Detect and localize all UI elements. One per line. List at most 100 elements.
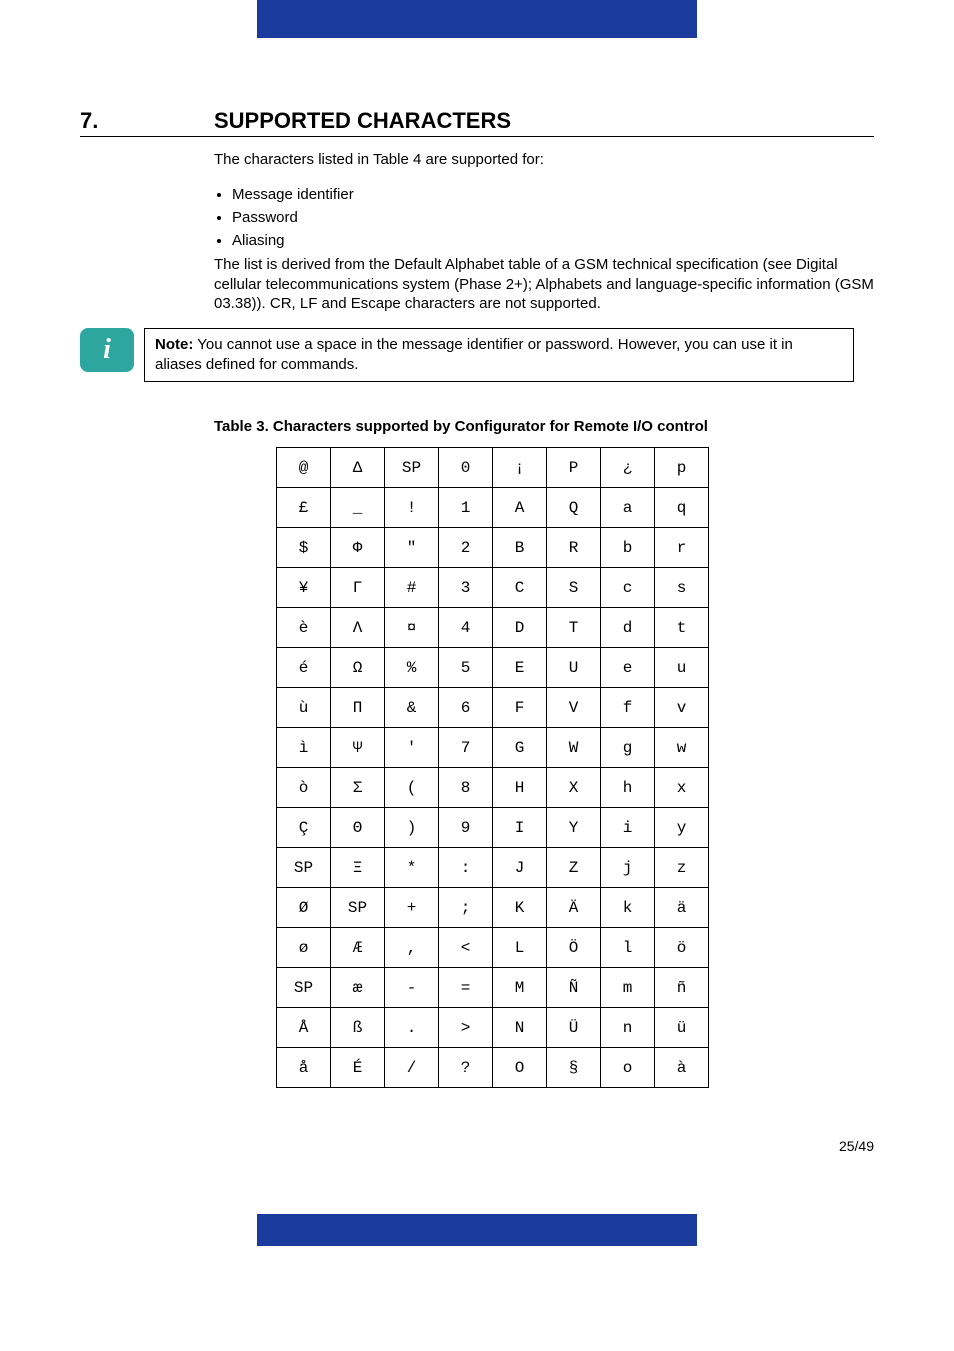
table-cell: J xyxy=(493,848,547,888)
table-row: ÇΘ)9IYiy xyxy=(277,808,709,848)
table-cell: ü xyxy=(655,1008,709,1048)
table-cell: ñ xyxy=(655,968,709,1008)
table-cell: É xyxy=(331,1048,385,1088)
table-cell: l xyxy=(601,928,655,968)
table-cell: X xyxy=(547,768,601,808)
table-cell: + xyxy=(385,888,439,928)
table-cell: G xyxy=(493,728,547,768)
table-cell: ì xyxy=(277,728,331,768)
intro-text: The characters listed in Table 4 are sup… xyxy=(214,151,874,168)
table-cell: e xyxy=(601,648,655,688)
table-cell: S xyxy=(547,568,601,608)
table-cell: / xyxy=(385,1048,439,1088)
table-cell: Ξ xyxy=(331,848,385,888)
table-cell: Ω xyxy=(331,648,385,688)
table-row: Åß.>NÜnü xyxy=(277,1008,709,1048)
table-cell: Ö xyxy=(547,928,601,968)
list-item: Password xyxy=(232,209,874,226)
note-label: Note: xyxy=(155,336,193,353)
table-cell: Å xyxy=(277,1008,331,1048)
table-cell: O xyxy=(493,1048,547,1088)
page-content: 7. SUPPORTED CHARACTERS The characters l… xyxy=(0,108,954,1088)
table-cell: = xyxy=(439,968,493,1008)
table-cell: d xyxy=(601,608,655,648)
section-body: The characters listed in Table 4 are sup… xyxy=(214,151,874,314)
note-row: i Note: You cannot use a space in the me… xyxy=(80,328,854,383)
table-cell: T xyxy=(547,608,601,648)
table-cell: j xyxy=(601,848,655,888)
table-cell: Δ xyxy=(331,448,385,488)
table-cell: Λ xyxy=(331,608,385,648)
table-cell: 4 xyxy=(439,608,493,648)
table-cell: ß xyxy=(331,1008,385,1048)
table-cell: 5 xyxy=(439,648,493,688)
table-cell: p xyxy=(655,448,709,488)
table-row: ¥Γ#3CScs xyxy=(277,568,709,608)
footer-bar xyxy=(257,1214,697,1246)
table-cell: u xyxy=(655,648,709,688)
table-row: ìΨ'7GWgw xyxy=(277,728,709,768)
table-cell: i xyxy=(601,808,655,848)
table-cell: _ xyxy=(331,488,385,528)
table-cell: " xyxy=(385,528,439,568)
table-cell: ( xyxy=(385,768,439,808)
table-row: èΛ¤4DTdt xyxy=(277,608,709,648)
table-cell: ' xyxy=(385,728,439,768)
table-cell: A xyxy=(493,488,547,528)
table-cell: h xyxy=(601,768,655,808)
table-cell: 6 xyxy=(439,688,493,728)
table-cell: b xyxy=(601,528,655,568)
list-item: Message identifier xyxy=(232,186,874,203)
table-row: SPæ-=MÑmñ xyxy=(277,968,709,1008)
characters-table: @ΔSP0¡P¿p£_!1AQaq$Φ"2BRbr¥Γ#3CScsèΛ¤4DTd… xyxy=(276,447,709,1088)
table-cell: Ç xyxy=(277,808,331,848)
table-cell: £ xyxy=(277,488,331,528)
table-cell: o xyxy=(601,1048,655,1088)
table-cell: SP xyxy=(331,888,385,928)
table-caption: Table 3. Characters supported by Configu… xyxy=(214,418,874,435)
bullet-list: Message identifier Password Aliasing xyxy=(232,186,874,249)
table-cell: t xyxy=(655,608,709,648)
table-cell: ¿ xyxy=(601,448,655,488)
table-cell: & xyxy=(385,688,439,728)
table-cell: < xyxy=(439,928,493,968)
table-cell: % xyxy=(385,648,439,688)
table-cell: x xyxy=(655,768,709,808)
table-cell: ö xyxy=(655,928,709,968)
table-cell: n xyxy=(601,1008,655,1048)
section-heading: 7. SUPPORTED CHARACTERS xyxy=(80,108,874,137)
table-cell: ¥ xyxy=(277,568,331,608)
table-cell: Σ xyxy=(331,768,385,808)
table-cell: 1 xyxy=(439,488,493,528)
table-cell: Z xyxy=(547,848,601,888)
table-cell: C xyxy=(493,568,547,608)
table-cell: D xyxy=(493,608,547,648)
table-cell: å xyxy=(277,1048,331,1088)
table-cell: 9 xyxy=(439,808,493,848)
table-cell: w xyxy=(655,728,709,768)
table-cell: ¤ xyxy=(385,608,439,648)
table-cell: Θ xyxy=(331,808,385,848)
table-cell: H xyxy=(493,768,547,808)
table-cell: z xyxy=(655,848,709,888)
table-cell: ò xyxy=(277,768,331,808)
table-cell: Ñ xyxy=(547,968,601,1008)
table-cell: ; xyxy=(439,888,493,928)
table-cell: m xyxy=(601,968,655,1008)
table-cell: è xyxy=(277,608,331,648)
table-row: SPΞ*:JZjz xyxy=(277,848,709,888)
info-icon: i xyxy=(80,328,134,372)
table-cell: SP xyxy=(277,968,331,1008)
table-cell: Æ xyxy=(331,928,385,968)
table-cell: , xyxy=(385,928,439,968)
table-cell: R xyxy=(547,528,601,568)
table-cell: K xyxy=(493,888,547,928)
table-row: åÉ/?O§oà xyxy=(277,1048,709,1088)
table-cell: § xyxy=(547,1048,601,1088)
description-text: The list is derived from the Default Alp… xyxy=(214,255,874,314)
table-cell: y xyxy=(655,808,709,848)
table-cell: I xyxy=(493,808,547,848)
table-row: @ΔSP0¡P¿p xyxy=(277,448,709,488)
table-cell: @ xyxy=(277,448,331,488)
header-bar xyxy=(257,0,697,38)
